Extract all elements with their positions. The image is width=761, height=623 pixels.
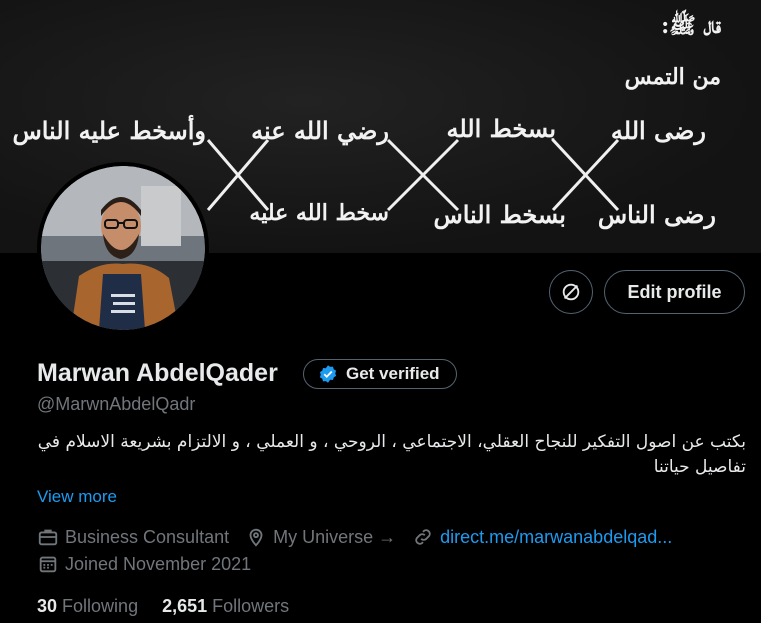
following-label: Following [62,596,139,616]
joined-row: Joined November 2021 [37,553,267,575]
banner-bottom-1: رضى الناس [597,200,716,229]
edit-profile-button[interactable]: Edit profile [604,270,745,314]
get-verified-button[interactable]: Get verified [303,359,457,389]
verified-badge-icon [319,365,337,383]
view-more-link[interactable]: View more [37,487,117,507]
profile-meta-row: Business Consultant My Universe → direct… [37,526,688,548]
category-label: Business Consultant [65,526,230,547]
banner-top-2: بسخط الله [446,114,556,143]
avatar[interactable] [37,162,209,334]
followers-link[interactable]: 2,651 Followers [162,596,289,617]
joined-label: Joined November 2021 [65,553,252,574]
profile-name: Marwan AbdelQader [37,359,278,387]
avatar-photo [41,166,205,330]
location-item: My Universe → [245,526,396,548]
location-pin-icon [249,528,263,547]
banner-bottom-2: بسخط الناس [433,200,566,229]
location-label: My Universe → [273,526,397,547]
joined-item: Joined November 2021 [37,553,251,575]
banner-top-3: رضي الله عنه [251,116,389,145]
slash-circle-icon [562,283,580,301]
profile-bio: بكتب عن اصول التفكير للنجاح العقلي، الاج… [37,432,746,477]
banner-header-line1: قال ﷺ: [661,13,721,39]
category-item: Business Consultant [37,526,229,548]
calendar-icon [39,556,57,573]
link-icon [415,529,431,545]
briefcase-icon [38,529,58,546]
following-count: 30 [37,596,58,616]
grok-analyze-button[interactable] [549,270,593,314]
following-link[interactable]: 30 Following [37,596,138,617]
followers-count: 2,651 [162,596,208,616]
profile-handle: @MarwnAbdelQadr [37,394,196,414]
followers-label: Followers [212,596,290,616]
banner-top-1: رضى الله [610,116,706,145]
follow-stats: 30 Following 2,651 Followers [37,596,289,617]
banner-header-line2: من التمس [624,64,721,90]
banner-top-4: وأسخط عليه الناس [12,116,206,145]
get-verified-label: Get verified [346,364,440,383]
banner-bottom-3: سخط الله عليه [249,200,389,226]
website-item[interactable]: direct.me/marwanabdelqad... [412,526,672,548]
website-link[interactable]: direct.me/marwanabdelqad... [440,527,672,548]
